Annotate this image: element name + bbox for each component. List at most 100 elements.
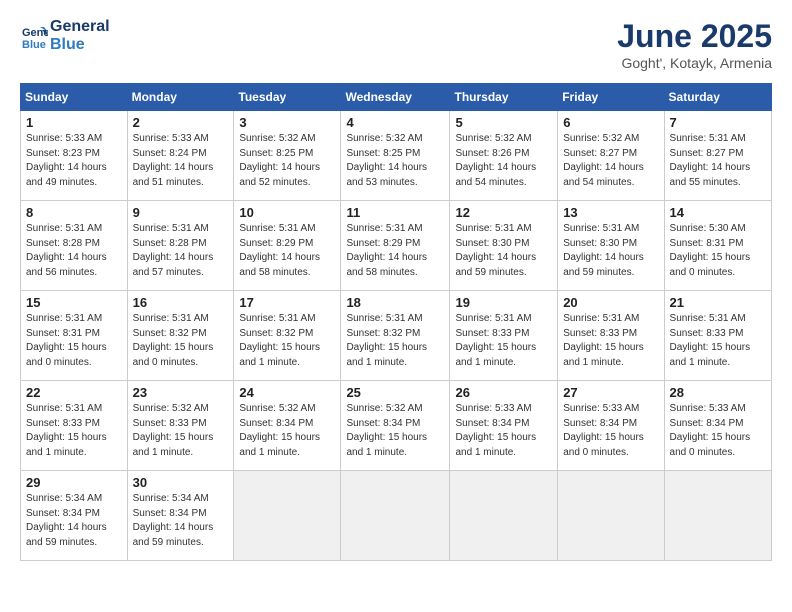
calendar-cell: 22 Sunrise: 5:31 AM Sunset: 8:33 PM Dayli…: [21, 381, 128, 471]
calendar-cell: 24 Sunrise: 5:32 AM Sunset: 8:34 PM Dayli…: [234, 381, 341, 471]
col-monday: Monday: [127, 84, 234, 111]
day-number: 23: [133, 385, 229, 400]
title-block: June 2025 Goght', Kotayk, Armenia: [617, 18, 772, 71]
day-info: Sunrise: 5:31 AM Sunset: 8:32 PM Dayligh…: [346, 312, 444, 370]
day-info: Sunrise: 5:32 AM Sunset: 8:25 PM Dayligh…: [239, 132, 335, 190]
day-info: Sunrise: 5:32 AM Sunset: 8:33 PM Dayligh…: [133, 402, 229, 460]
calendar-cell: 20 Sunrise: 5:31 AM Sunset: 8:33 PM Dayli…: [558, 291, 664, 381]
day-number: 24: [239, 385, 335, 400]
day-info: Sunrise: 5:31 AM Sunset: 8:32 PM Dayligh…: [239, 312, 335, 370]
calendar-cell: 28Sunrise: 5:33 AM Sunset: 8:34 PM Dayli…: [664, 381, 771, 471]
day-number: 4: [346, 115, 444, 130]
calendar-cell: 5 Sunrise: 5:32 AM Sunset: 8:26 PM Daylig…: [450, 111, 558, 201]
day-info: Sunrise: 5:32 AM Sunset: 8:34 PM Dayligh…: [346, 402, 444, 460]
day-number: 9: [133, 205, 229, 220]
day-number: 2: [133, 115, 229, 130]
day-number: 17: [239, 295, 335, 310]
day-number: 5: [455, 115, 552, 130]
day-number: 15: [26, 295, 122, 310]
day-number: 26: [455, 385, 552, 400]
day-number: 10: [239, 205, 335, 220]
calendar-cell: [341, 471, 450, 561]
day-info: Sunrise: 5:31 AM Sunset: 8:33 PM Dayligh…: [455, 312, 552, 370]
day-number: 6: [563, 115, 658, 130]
day-info: Sunrise: 5:32 AM Sunset: 8:27 PM Dayligh…: [563, 132, 658, 190]
calendar-cell: 25 Sunrise: 5:32 AM Sunset: 8:34 PM Dayli…: [341, 381, 450, 471]
day-number: 22: [26, 385, 122, 400]
day-number: 16: [133, 295, 229, 310]
col-tuesday: Tuesday: [234, 84, 341, 111]
day-info: Sunrise: 5:31 AM Sunset: 8:33 PM Dayligh…: [563, 312, 658, 370]
calendar-cell: 23 Sunrise: 5:32 AM Sunset: 8:33 PM Dayli…: [127, 381, 234, 471]
day-info: Sunrise: 5:31 AM Sunset: 8:30 PM Dayligh…: [563, 222, 658, 280]
day-number: 3: [239, 115, 335, 130]
col-friday: Friday: [558, 84, 664, 111]
day-number: 19: [455, 295, 552, 310]
page: General Blue General Blue June 2025 Gogh…: [0, 0, 792, 612]
day-number: 14: [670, 205, 766, 220]
calendar-cell: 26 Sunrise: 5:33 AM Sunset: 8:34 PM Dayli…: [450, 381, 558, 471]
calendar-cell: 9 Sunrise: 5:31 AM Sunset: 8:28 PM Daylig…: [127, 201, 234, 291]
day-info: Sunrise: 5:33 AM Sunset: 8:34 PM Dayligh…: [455, 402, 552, 460]
calendar-cell: [558, 471, 664, 561]
day-number: 7: [670, 115, 766, 130]
day-number: 27: [563, 385, 658, 400]
calendar-cell: 11Sunrise: 5:31 AM Sunset: 8:29 PM Dayli…: [341, 201, 450, 291]
header: General Blue General Blue June 2025 Gogh…: [20, 18, 772, 71]
calendar-cell: 13 Sunrise: 5:31 AM Sunset: 8:30 PM Dayli…: [558, 201, 664, 291]
calendar-cell: 10 Sunrise: 5:31 AM Sunset: 8:29 PM Dayli…: [234, 201, 341, 291]
day-number: 20: [563, 295, 658, 310]
logo-text-line2: Blue: [50, 36, 110, 54]
calendar-cell: 29 Sunrise: 5:34 AM Sunset: 8:34 PM Dayli…: [21, 471, 128, 561]
day-number: 25: [346, 385, 444, 400]
day-info: Sunrise: 5:31 AM Sunset: 8:28 PM Dayligh…: [133, 222, 229, 280]
week-row-2: 8 Sunrise: 5:31 AM Sunset: 8:28 PM Daylig…: [21, 201, 772, 291]
calendar-cell: 27 Sunrise: 5:33 AM Sunset: 8:34 PM Dayli…: [558, 381, 664, 471]
calendar-cell: 17 Sunrise: 5:31 AM Sunset: 8:32 PM Dayli…: [234, 291, 341, 381]
calendar-cell: 4 Sunrise: 5:32 AM Sunset: 8:25 PM Daylig…: [341, 111, 450, 201]
logo-text-line1: General: [50, 18, 110, 36]
day-number: 8: [26, 205, 122, 220]
calendar-cell: 12Sunrise: 5:31 AM Sunset: 8:30 PM Dayli…: [450, 201, 558, 291]
calendar-cell: 21Sunrise: 5:31 AM Sunset: 8:33 PM Dayli…: [664, 291, 771, 381]
day-info: Sunrise: 5:33 AM Sunset: 8:24 PM Dayligh…: [133, 132, 229, 190]
day-info: Sunrise: 5:32 AM Sunset: 8:25 PM Dayligh…: [346, 132, 444, 190]
logo-icon: General Blue: [20, 22, 48, 50]
svg-text:Blue: Blue: [22, 39, 46, 50]
day-info: Sunrise: 5:32 AM Sunset: 8:26 PM Dayligh…: [455, 132, 552, 190]
calendar-cell: 19 Sunrise: 5:31 AM Sunset: 8:33 PM Dayli…: [450, 291, 558, 381]
day-info: Sunrise: 5:31 AM Sunset: 8:32 PM Dayligh…: [133, 312, 229, 370]
day-info: Sunrise: 5:31 AM Sunset: 8:27 PM Dayligh…: [670, 132, 766, 190]
day-info: Sunrise: 5:34 AM Sunset: 8:34 PM Dayligh…: [133, 492, 229, 550]
calendar-cell: 15 Sunrise: 5:31 AM Sunset: 8:31 PM Dayli…: [21, 291, 128, 381]
day-number: 1: [26, 115, 122, 130]
day-info: Sunrise: 5:31 AM Sunset: 8:33 PM Dayligh…: [670, 312, 766, 370]
day-number: 13: [563, 205, 658, 220]
day-info: Sunrise: 5:31 AM Sunset: 8:30 PM Dayligh…: [455, 222, 552, 280]
calendar-cell: 18 Sunrise: 5:31 AM Sunset: 8:32 PM Dayli…: [341, 291, 450, 381]
col-thursday: Thursday: [450, 84, 558, 111]
calendar-cell: 6 Sunrise: 5:32 AM Sunset: 8:27 PM Daylig…: [558, 111, 664, 201]
day-info: Sunrise: 5:33 AM Sunset: 8:34 PM Dayligh…: [563, 402, 658, 460]
day-info: Sunrise: 5:31 AM Sunset: 8:29 PM Dayligh…: [239, 222, 335, 280]
calendar-cell: [234, 471, 341, 561]
day-info: Sunrise: 5:32 AM Sunset: 8:34 PM Dayligh…: [239, 402, 335, 460]
calendar-cell: [450, 471, 558, 561]
day-info: Sunrise: 5:34 AM Sunset: 8:34 PM Dayligh…: [26, 492, 122, 550]
calendar-cell: 2 Sunrise: 5:33 AM Sunset: 8:24 PM Daylig…: [127, 111, 234, 201]
calendar-cell: 16 Sunrise: 5:31 AM Sunset: 8:32 PM Dayli…: [127, 291, 234, 381]
day-info: Sunrise: 5:31 AM Sunset: 8:33 PM Dayligh…: [26, 402, 122, 460]
day-info: Sunrise: 5:31 AM Sunset: 8:31 PM Dayligh…: [26, 312, 122, 370]
calendar-cell: 7 Sunrise: 5:31 AM Sunset: 8:27 PM Daylig…: [664, 111, 771, 201]
calendar: Sunday Monday Tuesday Wednesday Thursday…: [20, 83, 772, 561]
calendar-cell: 30Sunrise: 5:34 AM Sunset: 8:34 PM Dayli…: [127, 471, 234, 561]
calendar-cell: 14 Sunrise: 5:30 AM Sunset: 8:31 PM Dayli…: [664, 201, 771, 291]
week-row-4: 22 Sunrise: 5:31 AM Sunset: 8:33 PM Dayli…: [21, 381, 772, 471]
calendar-cell: 1Sunrise: 5:33 AM Sunset: 8:23 PM Daylig…: [21, 111, 128, 201]
logo: General Blue General Blue: [20, 18, 110, 53]
day-number: 18: [346, 295, 444, 310]
day-number: 29: [26, 475, 122, 490]
day-number: 28: [670, 385, 766, 400]
day-info: Sunrise: 5:30 AM Sunset: 8:31 PM Dayligh…: [670, 222, 766, 280]
col-wednesday: Wednesday: [341, 84, 450, 111]
